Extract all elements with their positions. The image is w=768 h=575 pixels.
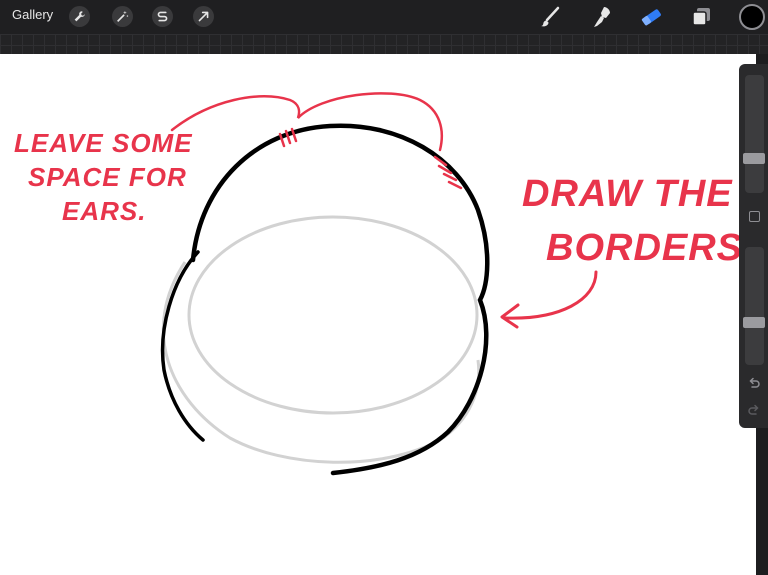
opacity-slider[interactable] — [743, 247, 765, 365]
guide-circle-head — [187, 215, 479, 415]
right-note-line-2: BORDERS — [546, 227, 743, 269]
right-note-line-1: DRAW THE — [522, 173, 733, 215]
left-note-line-1: LEAVE SOME — [14, 128, 193, 158]
left-note-connector — [170, 92, 444, 152]
brush-sidebar — [739, 64, 768, 428]
redo-icon[interactable] — [747, 404, 761, 418]
brush-size-thumb[interactable] — [743, 153, 765, 165]
opacity-thumb[interactable] — [743, 316, 765, 328]
right-note-arrow — [503, 270, 598, 320]
left-note-line-2: SPACE FOR — [28, 162, 187, 192]
undo-icon[interactable] — [747, 377, 761, 391]
left-note-line-3: EARS. — [62, 196, 146, 226]
ear-marks — [278, 127, 463, 190]
head-border-stroke — [190, 123, 490, 476]
brush-size-slider[interactable] — [743, 75, 765, 193]
guide-circle-jaw — [161, 261, 481, 464]
right-note-arrowhead — [500, 303, 520, 329]
modify-button[interactable] — [749, 211, 760, 222]
sketch-layer: LEAVE SOME SPACE FOR EARS. DRAW THE BORD… — [14, 92, 743, 476]
